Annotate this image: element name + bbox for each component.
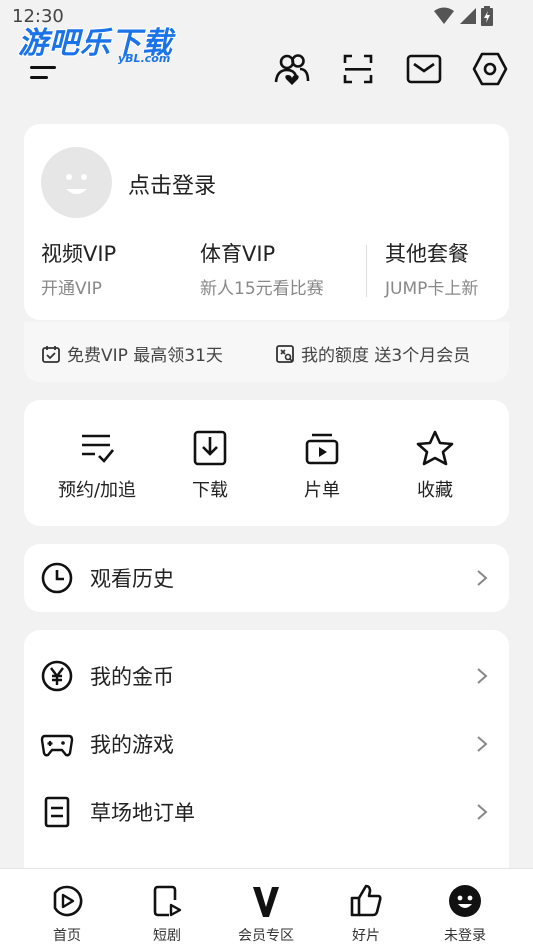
family-icon[interactable] [273,50,311,88]
history-card: 观看历史 [24,544,509,612]
row-label: 我的游戏 [90,733,174,757]
quick-label: 片单 [304,480,340,501]
nav-label: 好片 [352,928,380,944]
chevron-right-icon [477,570,488,586]
settings-icon[interactable] [471,50,509,88]
quick-label: 下载 [192,480,228,501]
quick-label: 预约/加追 [57,480,137,501]
wifi-icon [434,7,454,24]
login-link[interactable]: 点击登录 [128,168,216,200]
calendar-check-icon [42,345,60,363]
row-label: 观看历史 [90,567,174,591]
row-label: 草场地订单 [90,801,195,825]
promo-free-vip[interactable]: 免费VIP 最高领31天 [41,341,223,366]
row-watch-history[interactable]: 观看历史 [24,548,509,608]
nav-home[interactable]: 首页 [17,881,117,945]
row-orders[interactable]: 草场地订单 [24,782,509,842]
thumbs-up-icon [350,884,382,917]
home-play-icon [53,885,83,917]
yen-coin-icon [41,660,73,692]
mail-icon[interactable] [405,50,443,88]
chevron-right-icon [477,804,488,820]
signal-icon [460,8,476,24]
vip-title: 体育VIP [200,242,276,266]
chevron-right-icon [477,736,488,752]
quick-reserve[interactable]: 预约/加追 [42,428,152,502]
vip-subtitle: 新人15元看比赛 [200,279,324,299]
star-icon [416,430,454,466]
nav-profile[interactable]: 未登录 [415,881,515,945]
playlist-icon [305,433,339,465]
vip-title: 视频VIP [41,242,117,266]
top-bar [0,46,533,92]
vip-subtitle: 开通VIP [41,279,102,299]
nav-label: 未登录 [444,928,486,944]
vip-v-icon [253,887,279,917]
nav-label: 会员专区 [238,928,294,944]
gamepad-icon [40,734,74,757]
avatar[interactable] [41,147,112,218]
status-icons [433,6,493,26]
quick-download[interactable]: 下载 [155,428,265,502]
user-face-icon [449,885,481,917]
list-check-icon [82,434,115,463]
quota-search-icon [276,344,294,363]
quick-label: 收藏 [417,480,453,501]
bottom-nav: 首页 短剧 会员专区 好片 未登录 [0,868,533,948]
nav-label: 首页 [53,928,81,944]
promo-quota[interactable]: 我的额度 送3个月会员 [275,341,470,366]
row-label: 我的金币 [90,665,174,689]
promo-label: 我的额度 送3个月会员 [301,346,471,366]
vip-divider [366,245,367,297]
promo-label: 免费VIP 最高领31天 [67,346,223,366]
nav-short-drama[interactable]: 短剧 [117,881,217,945]
chevron-right-icon [477,668,488,684]
services-card: 我的金币 我的游戏 草场地订单 [24,630,509,890]
nav-good-films[interactable]: 好片 [316,881,416,945]
nav-vip-zone[interactable]: 会员专区 [216,881,316,945]
row-my-coins[interactable]: 我的金币 [24,646,509,706]
scan-icon[interactable] [339,50,377,88]
vip-video[interactable]: 视频VIP 开通VIP [41,238,116,299]
top-icons [273,50,509,88]
quick-favorites[interactable]: 收藏 [380,428,490,502]
vip-subtitle: JUMP卡上新 [385,279,479,299]
promo-strip: 免费VIP 最高领31天 我的额度 送3个月会员 [24,322,509,382]
menu-icon[interactable] [28,56,62,84]
row-my-games[interactable]: 我的游戏 [24,714,509,774]
short-drama-icon [153,885,182,917]
profile-card: 点击登录 视频VIP 开通VIP 体育VIP 新人15元看比赛 其他套餐 JUM… [24,124,509,320]
vip-sports[interactable]: 体育VIP 新人15元看比赛 [200,238,324,299]
vip-title: 其他套餐 [385,242,469,266]
nav-label: 短剧 [153,928,181,944]
quick-actions-card: 预约/加追 下载 片单 收藏 [24,400,509,526]
quick-playlist[interactable]: 片单 [267,428,377,502]
order-doc-icon [44,796,70,828]
clock-icon [41,562,73,594]
vip-other-plans[interactable]: 其他套餐 JUMP卡上新 [385,238,478,299]
battery-icon [481,6,493,26]
download-icon [193,430,227,466]
